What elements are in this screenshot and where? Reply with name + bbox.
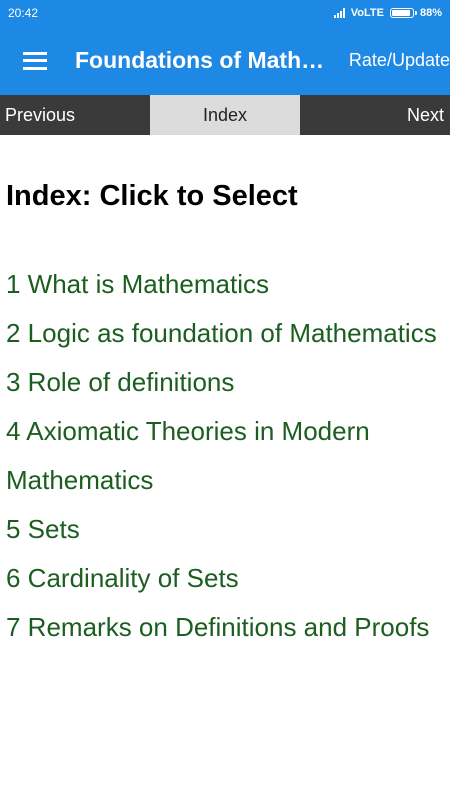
network-type: VoLTE [350, 7, 384, 19]
rate-update-button[interactable]: Rate/Update [349, 50, 450, 71]
toc-item-4[interactable]: 4 Axiomatic Theories in Modern Mathemati… [6, 407, 442, 505]
toc-item-7[interactable]: 7 Remarks on Definitions and Proofs [6, 603, 442, 652]
app-title: Foundations of Mathematics [75, 47, 325, 73]
toc-item-3[interactable]: 3 Role of definitions [6, 358, 442, 407]
status-bar: 20:42 VoLTE 88% [0, 0, 450, 26]
toc-item-1[interactable]: 1 What is Mathematics [6, 260, 442, 309]
next-button[interactable]: Next [300, 95, 450, 135]
chapter-nav-bar: Previous Index Next [0, 95, 450, 135]
toc-item-6[interactable]: 6 Cardinality of Sets [6, 554, 442, 603]
app-bar: Foundations of Mathematics Rate/Update [0, 26, 450, 95]
battery-percent: 88% [419, 7, 442, 19]
hamburger-menu-icon[interactable] [23, 51, 47, 70]
index-heading: Index: Click to Select [6, 180, 298, 212]
toc-list: 1 What is Mathematics 2 Logic as foundat… [6, 260, 442, 652]
battery-icon [389, 8, 417, 18]
previous-button[interactable]: Previous [0, 95, 150, 135]
index-content: Index: Click to Select 1 What is Mathema… [6, 176, 442, 652]
status-indicators: VoLTE 88% [333, 7, 442, 19]
toc-item-2[interactable]: 2 Logic as foundation of Mathematics [6, 309, 442, 358]
index-button[interactable]: Index [150, 95, 300, 135]
signal-icon [333, 8, 345, 18]
status-time: 20:42 [8, 6, 39, 20]
toc-item-5[interactable]: 5 Sets [6, 505, 442, 554]
battery-fill [391, 10, 410, 16]
